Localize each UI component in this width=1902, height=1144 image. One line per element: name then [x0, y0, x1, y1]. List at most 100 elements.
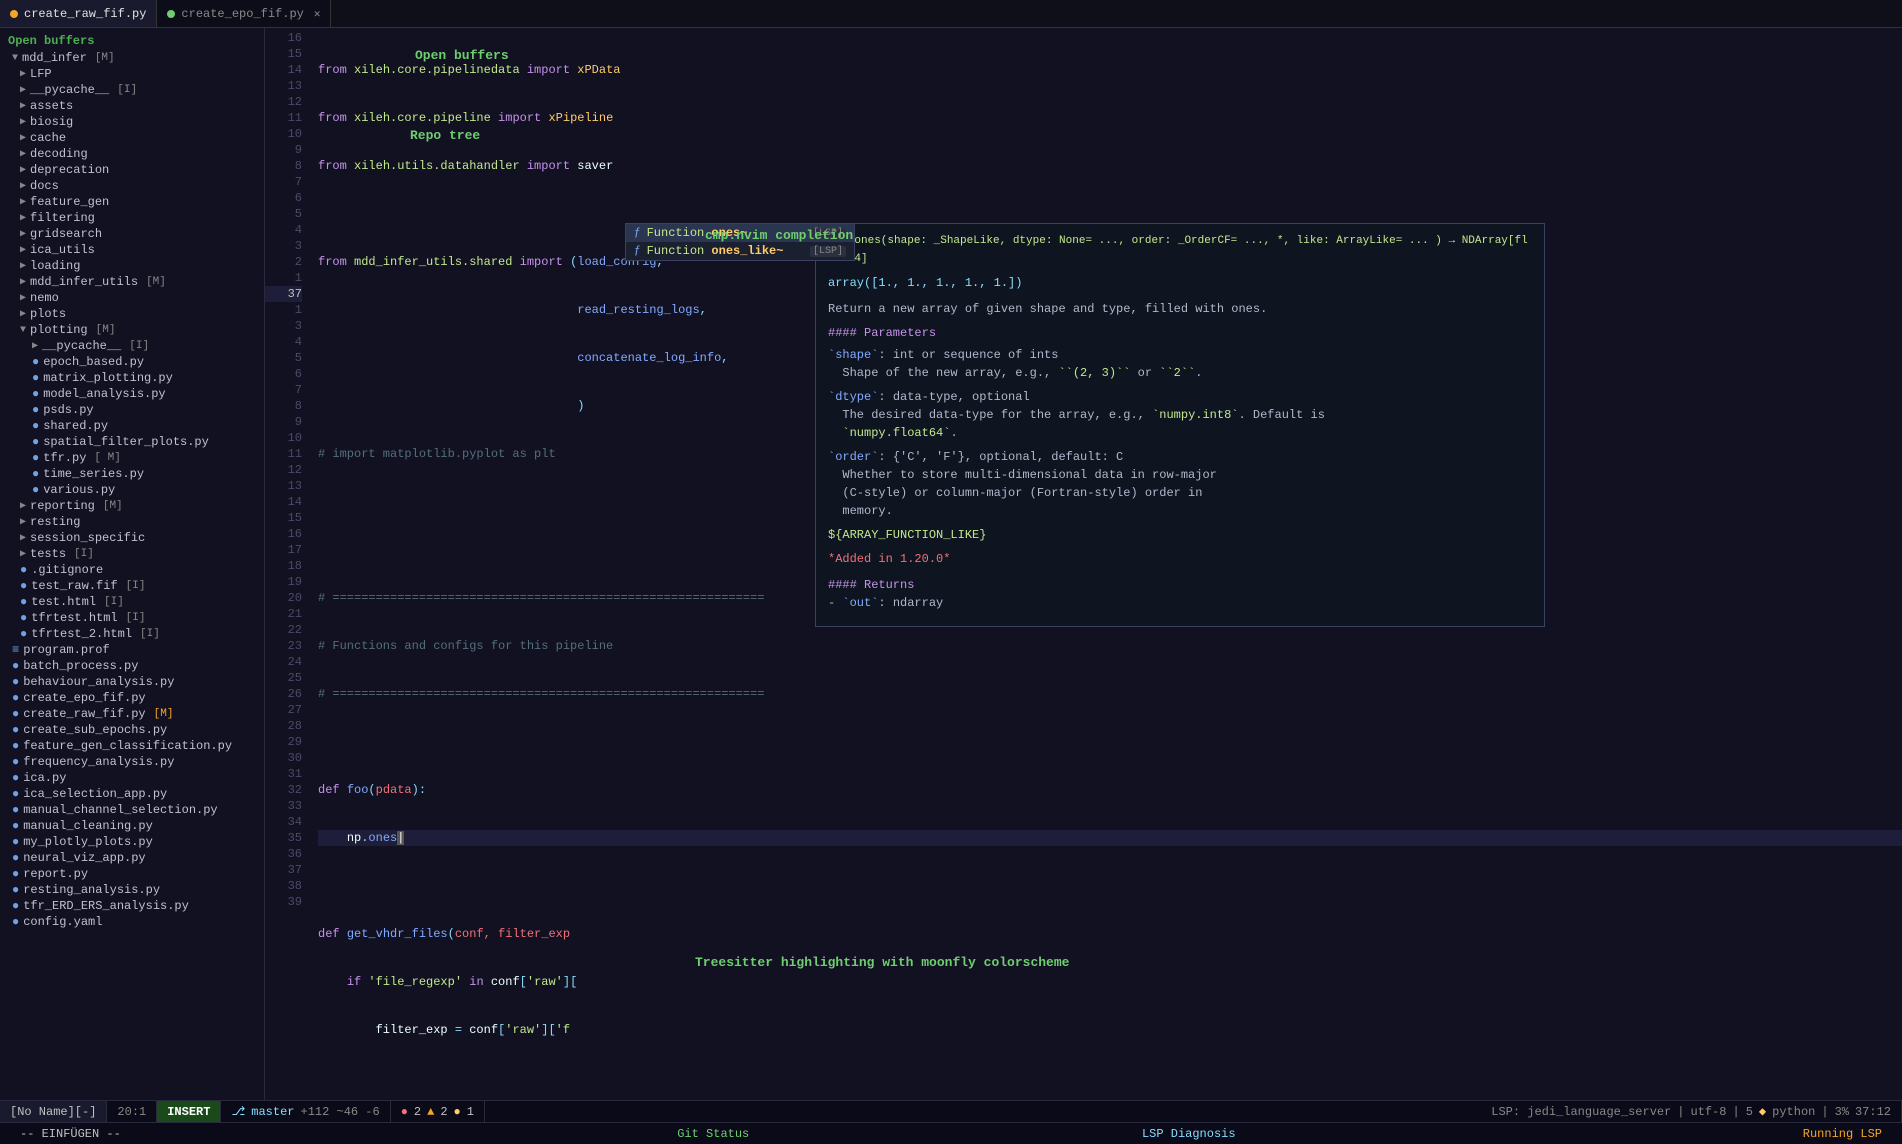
sidebar-item-label: loading — [30, 259, 80, 273]
sidebar-item-shared[interactable]: ● shared.py — [0, 418, 264, 434]
sidebar-item-biosig[interactable]: ▶ biosig — [0, 114, 264, 130]
sidebar-badge: [M] — [154, 708, 174, 720]
bottom-bar: -- EINFÜGEN -- Git Status LSP Diagnosis … — [0, 1122, 1902, 1144]
diag-error-icon: ● — [401, 1105, 408, 1119]
sidebar-item-create-epo-fif[interactable]: ● create_epo_fif.py — [0, 690, 264, 706]
sidebar-item-label: decoding — [30, 147, 88, 161]
sidebar-item-label: filtering — [30, 211, 95, 225]
sidebar-item-behaviour-analysis[interactable]: ● behaviour_analysis.py — [0, 674, 264, 690]
sidebar-item-matrix-plotting[interactable]: ● matrix_plotting.py — [0, 370, 264, 386]
sidebar-badge: [M] — [146, 276, 166, 288]
sidebar-badge: [I] — [117, 84, 137, 96]
sidebar-item-create-raw-fif[interactable]: ● create_raw_fif.py [M] — [0, 706, 264, 722]
sidebar-item-mdd-infer[interactable]: ▼ mdd_infer [M] — [0, 50, 264, 66]
sidebar-item-create-sub-epochs[interactable]: ● create_sub_epochs.py — [0, 722, 264, 738]
sidebar-item-program-prof[interactable]: ≡ program.prof — [0, 642, 264, 658]
tab-label-2: create_epo_fif.py — [181, 7, 303, 21]
sidebar-item-tfr[interactable]: ● tfr.py [ M] — [0, 450, 264, 466]
sidebar-item-pycache2[interactable]: ▶ __pycache__ [I] — [0, 338, 264, 354]
sidebar-item-epoch-based[interactable]: ● epoch_based.py — [0, 354, 264, 370]
sidebar-item-label: config.yaml — [23, 915, 102, 929]
sidebar-item-label: test.html — [31, 595, 96, 609]
sidebar-item-plotting[interactable]: ▼ plotting [M] — [0, 322, 264, 338]
tab-create-raw[interactable]: create_raw_fif.py — [0, 0, 157, 27]
sidebar-item-tfr-erd[interactable]: ● tfr_ERD_ERS_analysis.py — [0, 898, 264, 914]
sidebar-item-deprecation[interactable]: ▶ deprecation — [0, 162, 264, 178]
sidebar-item-filtering[interactable]: ▶ filtering — [0, 210, 264, 226]
sidebar-item-label: epoch_based.py — [43, 355, 144, 369]
sidebar-item-mdd-infer-utils[interactable]: ▶ mdd_infer_utils [M] — [0, 274, 264, 290]
sidebar-item-lfp[interactable]: ▶ LFP — [0, 66, 264, 82]
sidebar-item-spatial-filter[interactable]: ● spatial_filter_plots.py — [0, 434, 264, 450]
sidebar-item-gridsearch[interactable]: ▶ gridsearch — [0, 226, 264, 242]
sidebar-item-reporting[interactable]: ▶ reporting [M] — [0, 498, 264, 514]
sidebar-item-ica-utils[interactable]: ▶ ica_utils — [0, 242, 264, 258]
sidebar-item-cache[interactable]: ▶ cache — [0, 130, 264, 146]
sidebar-item-feature-gen-class[interactable]: ● feature_gen_classification.py — [0, 738, 264, 754]
autocomplete-item-ones-like[interactable]: ƒ Function ones_like~ [LSP] — [626, 242, 854, 260]
sidebar-item-pycache1[interactable]: ▶ __pycache__ [I] — [0, 82, 264, 98]
sidebar-item-resting-analysis[interactable]: ● resting_analysis.py — [0, 882, 264, 898]
sidebar-item-session-specific[interactable]: ▶ session_specific — [0, 530, 264, 546]
sidebar-item-label: biosig — [30, 115, 73, 129]
sidebar-badge: [I] — [126, 580, 146, 592]
sidebar-item-docs[interactable]: ▶ docs — [0, 178, 264, 194]
autocomplete-item-ones[interactable]: ƒ Function ones~ [LSP] — [626, 224, 854, 242]
tab-create-epo[interactable]: create_epo_fif.py ✕ — [157, 0, 331, 27]
status-insert-mode: INSERT — [157, 1101, 221, 1122]
sidebar-item-nemo[interactable]: ▶ nemo — [0, 290, 264, 306]
diag-info-count: 1 — [467, 1105, 474, 1119]
sidebar-item-neural-viz[interactable]: ● neural_viz_app.py — [0, 850, 264, 866]
sidebar-badge: [M] — [95, 52, 115, 64]
tab-dot-2 — [167, 10, 175, 18]
sidebar-item-label: .gitignore — [31, 563, 103, 577]
sidebar-item-manual-channel[interactable]: ● manual_channel_selection.py — [0, 802, 264, 818]
sidebar-item-decoding[interactable]: ▶ decoding — [0, 146, 264, 162]
tab-dot-modified — [10, 10, 18, 18]
line-numbers: 16 15 14 13 12 11 10 9 8 7 6 5 4 3 2 1 3… — [265, 28, 310, 1100]
sidebar-item-loading[interactable]: ▶ loading — [0, 258, 264, 274]
sidebar-item-report[interactable]: ● report.py — [0, 866, 264, 882]
doc-signature: def ones(shape: _ShapeLike, dtype: None=… — [828, 232, 1532, 268]
sidebar-item-gitignore[interactable]: ● .gitignore — [0, 562, 264, 578]
sidebar-item-test-raw-fif[interactable]: ● test_raw.fif [I] — [0, 578, 264, 594]
status-no-name: [No Name][-] — [0, 1101, 107, 1122]
sidebar-item-plots[interactable]: ▶ plots — [0, 306, 264, 322]
sidebar-item-manual-cleaning[interactable]: ● manual_cleaning.py — [0, 818, 264, 834]
sidebar-item-label: tfrtest.html — [31, 611, 117, 625]
sidebar-item-label: ica_selection_app.py — [23, 787, 167, 801]
sidebar-item-freq-analysis[interactable]: ● frequency_analysis.py — [0, 754, 264, 770]
sidebar-item-feature-gen[interactable]: ▶ feature_gen — [0, 194, 264, 210]
sidebar-item-ica[interactable]: ● ica.py — [0, 770, 264, 786]
sidebar-item-config-yaml[interactable]: ● config.yaml — [0, 914, 264, 930]
sidebar-badge: [ M] — [94, 452, 120, 464]
status-position-label: 20:1 — [117, 1105, 146, 1119]
sidebar-item-my-plotly[interactable]: ● my_plotly_plots.py — [0, 834, 264, 850]
sidebar-item-model-analysis[interactable]: ● model_analysis.py — [0, 386, 264, 402]
bottom-lsp-diag: LSP Diagnosis — [951, 1123, 1427, 1144]
sidebar-item-ica-selection-app[interactable]: ● ica_selection_app.py — [0, 786, 264, 802]
sidebar-item-test-html[interactable]: ● test.html [I] — [0, 594, 264, 610]
sidebar-item-label: test_raw.fif — [31, 579, 117, 593]
sidebar-item-tfrtest-html[interactable]: ● tfrtest.html [I] — [0, 610, 264, 626]
close-icon[interactable]: ✕ — [314, 7, 321, 21]
status-line-col: 37:12 — [1855, 1105, 1891, 1119]
sidebar-item-resting[interactable]: ▶ resting — [0, 514, 264, 530]
status-position: 20:1 — [107, 1101, 157, 1122]
status-bar: [No Name][-] 20:1 INSERT ⎇ master +112 ~… — [0, 1100, 1902, 1122]
sidebar-item-label: session_specific — [30, 531, 145, 545]
sidebar-item-assets[interactable]: ▶ assets — [0, 98, 264, 114]
sidebar-item-batch-process[interactable]: ● batch_process.py — [0, 658, 264, 674]
sidebar-item-tests[interactable]: ▶ tests [I] — [0, 546, 264, 562]
doc-param-dtype: `dtype`: data-type, optional The desired… — [828, 388, 1532, 442]
sidebar-item-tfrtest2-html[interactable]: ● tfrtest_2.html [I] — [0, 626, 264, 642]
sidebar-item-label: __pycache__ — [30, 83, 109, 97]
sidebar-item-various[interactable]: ● various.py — [0, 482, 264, 498]
sidebar-item-time-series[interactable]: ● time_series.py — [0, 466, 264, 482]
status-lsp-name: LSP: jedi_language_server — [1491, 1105, 1671, 1119]
doc-array-function: ${ARRAY_FUNCTION_LIKE} — [828, 526, 1532, 544]
sidebar-item-label: plots — [30, 307, 66, 321]
sidebar-item-psds[interactable]: ● psds.py — [0, 402, 264, 418]
autocomplete-popup[interactable]: ƒ Function ones~ [LSP] ƒ Function ones_l… — [625, 223, 855, 261]
status-percent: 3% — [1835, 1105, 1849, 1119]
